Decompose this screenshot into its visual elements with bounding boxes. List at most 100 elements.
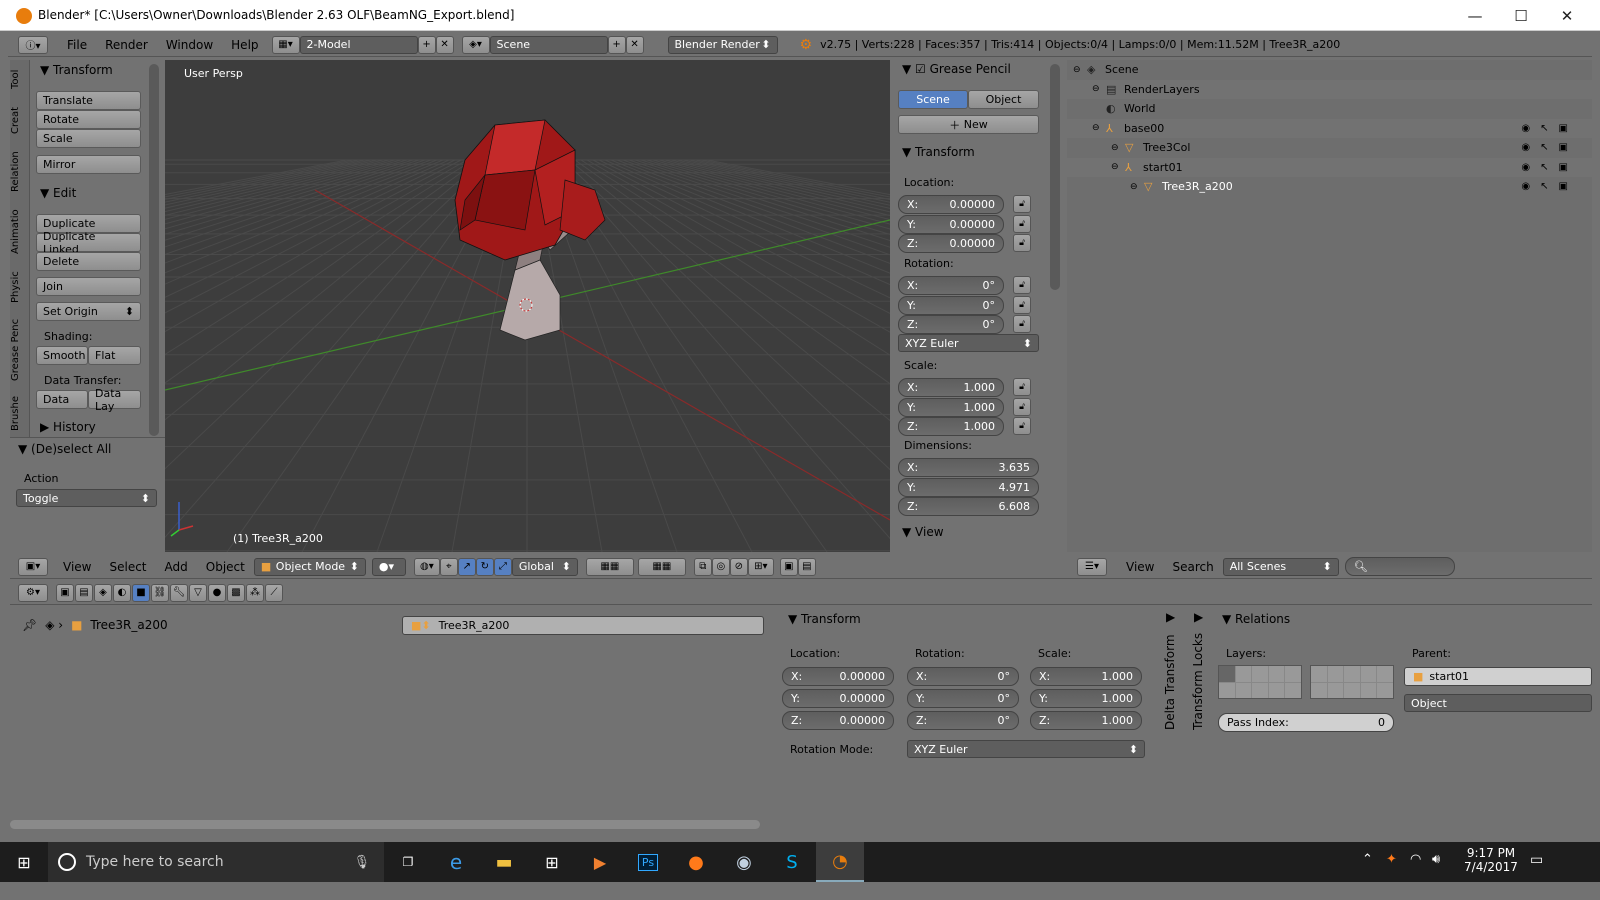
translate-button[interactable]: Translate: [36, 91, 141, 110]
steam-icon[interactable]: ◉: [720, 842, 768, 882]
location-y-field[interactable]: Y: 0.00000: [898, 214, 1004, 234]
snap-icon[interactable]: ⊘: [729, 557, 748, 576]
lock-icon[interactable]: 🔓︎: [1013, 195, 1031, 213]
rotate-button[interactable]: Rotate: [36, 110, 141, 129]
outliner-row[interactable]: ⊖ ⅄ start01 ◉↖▣: [1067, 157, 1592, 177]
tray-app-icon[interactable]: ✦: [1386, 852, 1397, 867]
start-button[interactable]: ⊞: [0, 842, 48, 882]
modifiers-context-icon[interactable]: 🔧︎: [170, 583, 188, 602]
clock[interactable]: 9:17 PM 7/4/2017: [1460, 846, 1522, 874]
outliner-filter-dropdown[interactable]: All Scenes ⬍: [1222, 557, 1339, 576]
dimensions-y-field[interactable]: Y: 4.971: [898, 477, 1039, 497]
maximize-button[interactable]: ☐: [1498, 0, 1544, 31]
layers-grid-b[interactable]: [1310, 665, 1394, 699]
close-button[interactable]: ✕: [1544, 0, 1590, 31]
lock-icon[interactable]: 🔓︎: [1013, 234, 1031, 252]
layers-grid-1[interactable]: ▦▦: [585, 557, 634, 576]
mirror-button[interactable]: Mirror: [36, 155, 141, 174]
dimensions-z-field[interactable]: Z: 6.608: [898, 497, 1039, 516]
outliner-item-label[interactable]: Scene: [1105, 63, 1139, 76]
flat-button[interactable]: Flat: [88, 346, 141, 365]
menu-add[interactable]: Add: [156, 560, 197, 574]
outliner-item-label[interactable]: base00: [1124, 122, 1164, 135]
outliner-item-label[interactable]: Tree3R_a200: [1162, 180, 1233, 193]
action-dropdown[interactable]: Toggle ⬍: [16, 489, 157, 507]
tab-physics[interactable]: Physic: [10, 262, 30, 312]
object-scl-x-field[interactable]: X: 1.000: [1030, 667, 1142, 686]
object-rot-y-field[interactable]: Y: 0°: [907, 689, 1019, 708]
outliner-search-input[interactable]: 🔍︎: [1344, 557, 1455, 576]
lock-icon[interactable]: 🔓︎: [1013, 417, 1031, 435]
menu-help[interactable]: Help: [222, 38, 267, 52]
remove-scene-icon[interactable]: ✕: [625, 35, 644, 54]
menu-render[interactable]: Render: [96, 38, 157, 52]
tab-tool[interactable]: Tool: [10, 60, 30, 98]
outliner-row[interactable]: ⊖ ◈ Scene: [1067, 60, 1592, 80]
selectable-cursor-icon[interactable]: ↖: [1540, 123, 1558, 134]
object-scl-z-field[interactable]: Z: 1.000: [1030, 711, 1142, 730]
set-origin-dropdown[interactable]: Set Origin ⬍: [36, 302, 141, 321]
object-rotation-mode-dropdown[interactable]: XYZ Euler ⬍: [907, 740, 1145, 758]
microphone-icon[interactable]: 🎙︎: [353, 855, 370, 870]
operator-title[interactable]: ▼ (De)select All: [18, 442, 111, 456]
menu-select[interactable]: Select: [100, 560, 155, 574]
object-name-field[interactable]: ■⬍ Tree3R_a200: [402, 616, 764, 635]
firefox-icon[interactable]: ●: [672, 842, 720, 882]
menu-object[interactable]: Object: [197, 560, 254, 574]
pin-icon[interactable]: 📌︎: [22, 618, 37, 632]
tab-brushes[interactable]: Brushe: [10, 388, 30, 438]
scene-selector[interactable]: Scene: [489, 35, 608, 54]
material-context-icon[interactable]: ●: [208, 583, 226, 602]
add-layout-icon[interactable]: +: [417, 35, 436, 54]
selectable-cursor-icon[interactable]: ↖: [1540, 162, 1558, 173]
grease-object-tab[interactable]: Object: [968, 90, 1039, 109]
translate-manipulator-icon[interactable]: ↗: [457, 557, 476, 576]
object-rot-z-field[interactable]: Z: 0°: [907, 711, 1019, 730]
notifications-icon[interactable]: ▭: [1530, 852, 1543, 868]
smooth-button[interactable]: Smooth: [36, 346, 88, 365]
outliner-item-label[interactable]: RenderLayers: [1124, 83, 1200, 96]
edit-panel-header[interactable]: ▼ Edit: [40, 186, 76, 200]
scene-context-icon[interactable]: ◈: [94, 583, 112, 602]
visibility-eye-icon[interactable]: ◉: [1521, 123, 1540, 134]
history-panel-header[interactable]: ▶ History: [40, 420, 96, 434]
tab-grease-pencil[interactable]: Grease Penc: [10, 312, 30, 388]
outliner-row[interactable]: ⊖ ▤ RenderLayers: [1067, 79, 1592, 99]
tool-shelf-scrollbar[interactable]: [149, 64, 159, 436]
location-x-field[interactable]: X: 0.00000: [898, 195, 1004, 214]
object-loc-z-field[interactable]: Z: 0.00000: [782, 711, 894, 730]
visibility-eye-icon[interactable]: ◉: [1521, 162, 1540, 173]
expand-toggle-icon[interactable]: ⊖: [1111, 143, 1125, 153]
outliner-row[interactable]: ⊖ ▽ Tree3R_a200 ◉↖▣: [1067, 177, 1592, 197]
orientation-dropdown[interactable]: Global ⬍: [511, 557, 578, 576]
wifi-icon[interactable]: ◠: [1410, 852, 1421, 867]
scale-z-field[interactable]: Z: 1.000: [898, 417, 1004, 436]
layout-selector[interactable]: 2-Model: [299, 35, 418, 54]
particles-context-icon[interactable]: ⁂: [246, 583, 264, 602]
grease-pencil-header[interactable]: ▼ ☑ Grease Pencil: [902, 62, 1011, 76]
layout-icon[interactable]: ▦▾: [271, 35, 300, 54]
transform-locks-arrow-icon[interactable]: ▶: [1194, 610, 1203, 624]
outliner-row[interactable]: ⊖ ⅄ base00 ◉↖▣: [1067, 118, 1592, 138]
data-context-icon[interactable]: ▽: [189, 583, 207, 602]
manipulator-icon[interactable]: ⌖: [439, 557, 458, 576]
tab-relations[interactable]: Relation: [10, 142, 30, 202]
world-context-icon[interactable]: ◐: [113, 583, 131, 602]
lock-icon[interactable]: 🔓︎: [1013, 276, 1031, 294]
menu-view[interactable]: View: [54, 560, 100, 574]
object-scl-y-field[interactable]: Y: 1.000: [1030, 689, 1142, 708]
view-panel-header[interactable]: ▼ View: [902, 525, 944, 539]
duplicate-linked-button[interactable]: Duplicate Linked: [36, 230, 141, 256]
outliner-menu-view[interactable]: View: [1117, 560, 1163, 574]
lock-icon[interactable]: 🔓︎: [1013, 397, 1031, 416]
selectable-cursor-icon[interactable]: ↖: [1540, 142, 1558, 153]
minimize-button[interactable]: —: [1452, 0, 1498, 31]
selectable-cursor-icon[interactable]: ↖: [1540, 181, 1558, 192]
editor-type-icon[interactable]: ▣▾: [18, 557, 48, 576]
expand-toggle-icon[interactable]: ⊖: [1092, 123, 1106, 133]
rotation-z-field[interactable]: Z: 0°: [898, 315, 1004, 334]
edge-icon[interactable]: e: [432, 842, 480, 882]
add-scene-icon[interactable]: +: [607, 35, 626, 54]
transform-panel-header[interactable]: ▼ Transform: [40, 63, 113, 77]
delta-transform-header[interactable]: Delta Transform: [1163, 630, 1177, 730]
